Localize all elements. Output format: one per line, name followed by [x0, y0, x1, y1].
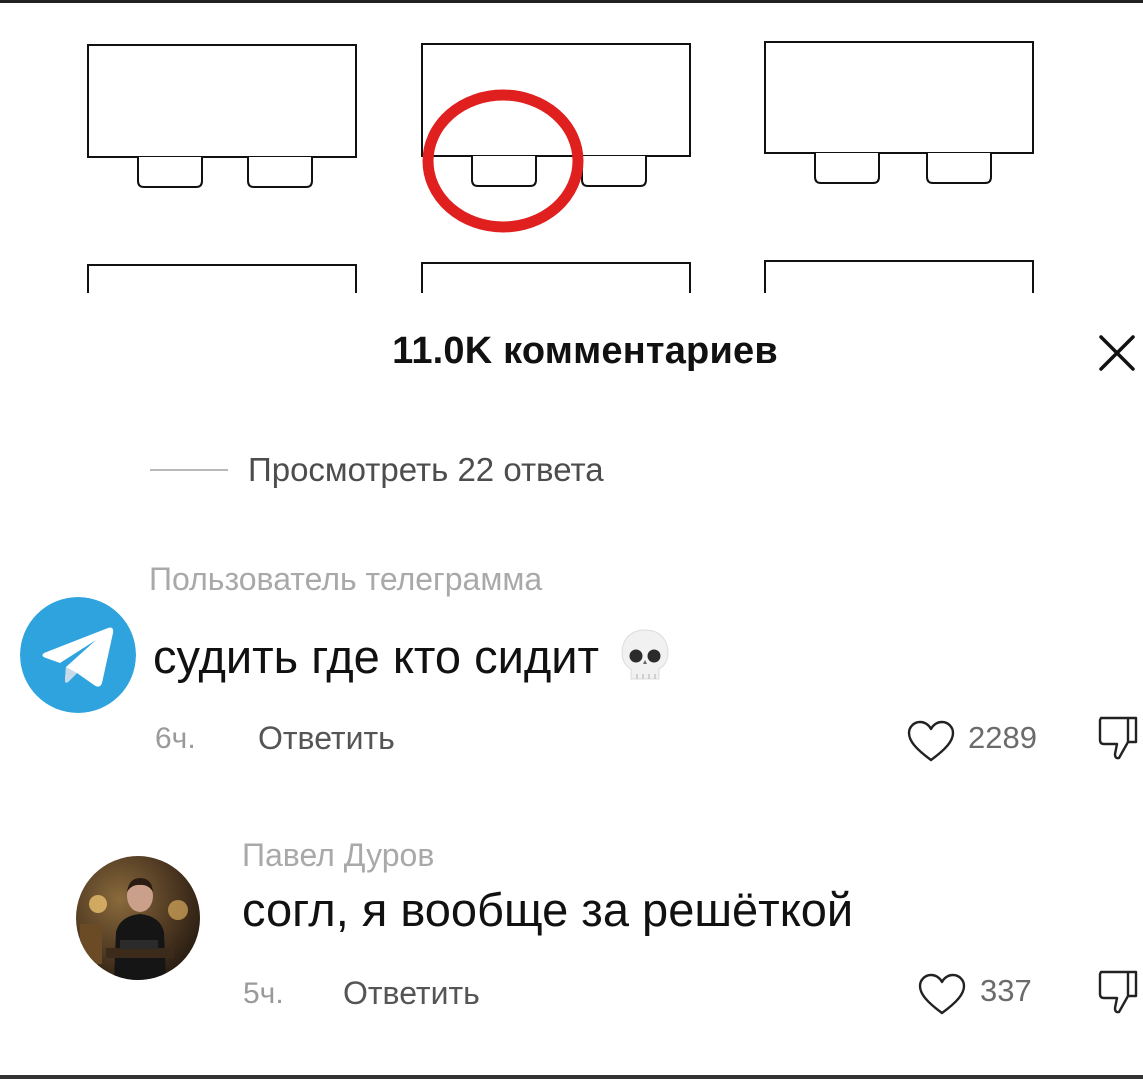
comment-text-content: судить где кто сидит — [153, 629, 600, 683]
avatar[interactable] — [20, 597, 136, 713]
bottom-border — [0, 1075, 1143, 1079]
like-count: 2289 — [968, 720, 1037, 755]
chair — [471, 156, 537, 187]
chair — [926, 153, 992, 184]
like-button[interactable] — [917, 973, 967, 1022]
chair — [137, 157, 203, 188]
replies-dash — [150, 469, 228, 471]
thumbs-down-icon — [1098, 716, 1138, 760]
table-5 — [421, 262, 691, 293]
table-6 — [764, 260, 1034, 293]
chair — [247, 157, 313, 188]
comment-time: 6ч. — [155, 722, 196, 755]
comments-count-title: 11.0K комментариев — [392, 330, 778, 372]
dislike-button[interactable] — [1098, 968, 1138, 1021]
chair — [581, 156, 647, 187]
skull-icon — [617, 627, 673, 694]
table-3 — [764, 41, 1034, 154]
comment-text: судить где кто сидит — [153, 627, 673, 694]
comment-username[interactable]: Павел Дуров — [242, 837, 434, 874]
heart-icon — [907, 720, 955, 762]
close-icon — [1099, 335, 1135, 371]
chair — [814, 153, 880, 184]
dislike-button[interactable] — [1098, 714, 1138, 767]
avatar[interactable] — [76, 856, 200, 980]
like-count: 337 — [980, 973, 1032, 1008]
view-replies-label: Просмотреть 22 ответа — [248, 451, 604, 488]
video-preview[interactable] — [0, 3, 1143, 293]
like-button[interactable] — [906, 720, 956, 769]
seating-diagram — [87, 41, 1034, 293]
comment-text: согл, я вообще за решёткой — [242, 883, 854, 936]
view-replies-button[interactable]: Просмотреть 22 ответа — [150, 446, 604, 494]
table-1 — [87, 44, 357, 158]
reply-button[interactable]: Ответить — [258, 720, 395, 757]
comment-username[interactable]: Пользователь телеграмма — [149, 561, 542, 598]
user-photo-icon — [76, 856, 200, 980]
telegram-logo-icon — [20, 597, 136, 713]
close-button[interactable] — [1096, 332, 1138, 374]
reply-button[interactable]: Ответить — [343, 975, 480, 1012]
table-4 — [87, 264, 357, 293]
thumbs-down-icon — [1098, 970, 1138, 1014]
comment-time: 5ч. — [243, 977, 284, 1010]
heart-icon — [918, 973, 966, 1015]
